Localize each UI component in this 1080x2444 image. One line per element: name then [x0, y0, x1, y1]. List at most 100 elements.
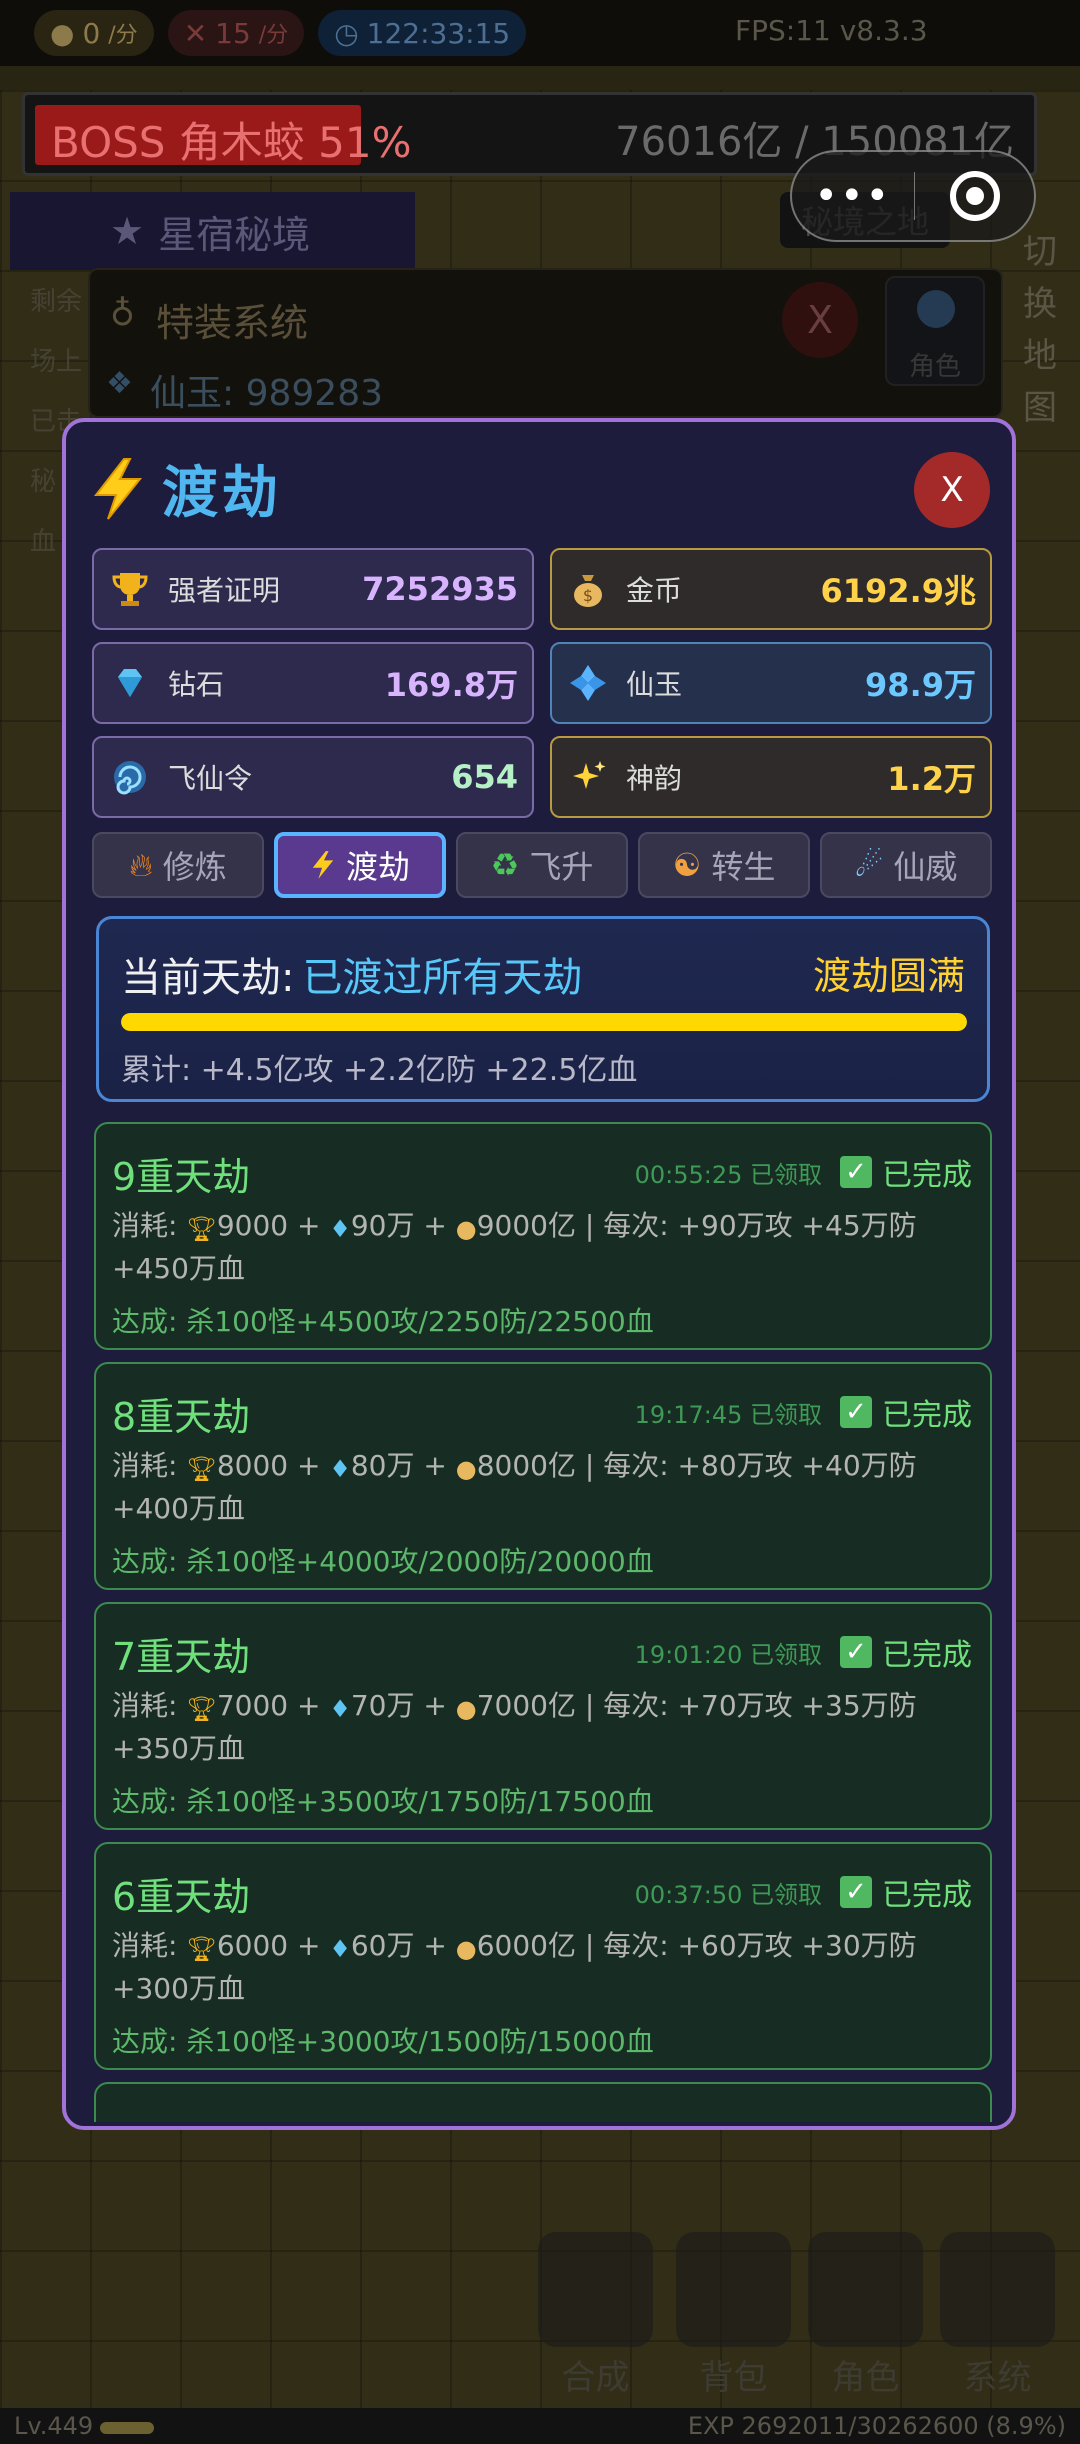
tribulation-cost: 消耗: 🏆︎9000 + ♦90万 + ●9000亿 | 每次: +90万攻 +… — [112, 1209, 917, 1285]
tribulation-list[interactable]: 9重天劫 00:55:25 已领取 ✓ 已完成 消耗: 🏆︎9000 + ♦90… — [94, 1122, 992, 2122]
trophy-icon: 🏆︎ — [186, 1935, 217, 1963]
tab-rebirth[interactable]: ☯ 转生 — [638, 832, 810, 898]
modal-tabs: 🔥︎ 修炼 渡劫 ♻ 飞升 ☯ 转生 ☄ 仙威 — [92, 832, 992, 898]
money-bag-icon: ● — [455, 1695, 477, 1723]
crossed-swords-icon: ✕ — [183, 16, 208, 50]
tribulation-card-partial — [94, 2082, 992, 2122]
lightning-bolt-icon — [312, 851, 334, 879]
completed-label: 已完成 — [882, 1638, 972, 1673]
tribulation-reward: 达成: 杀100怪+3000攻/1500防/15000血 — [112, 2025, 654, 2058]
claimed-time: 00:55:25 已领取 — [634, 1160, 822, 1189]
jade-icon — [566, 661, 610, 705]
money-bag-icon: ● — [455, 1455, 477, 1483]
close-miniprogram-button[interactable] — [915, 171, 1034, 221]
claimed-time: 00:37:50 已领取 — [634, 1880, 822, 1909]
tribulation-name: 8重天劫 — [112, 1395, 251, 1439]
resource-card-fly-token: 飞仙令 654 — [92, 736, 534, 818]
completed-label: 已完成 — [882, 1398, 972, 1433]
modal-header: 渡劫 — [90, 448, 282, 529]
exp-progress — [100, 2422, 154, 2434]
money-bag-icon: ● — [455, 1215, 477, 1243]
lightning-bolt-icon — [93, 457, 143, 520]
tab-immortal-might[interactable]: ☄ 仙威 — [820, 832, 992, 898]
swirl-icon — [108, 755, 152, 799]
tribulation-meta: 19:01:20 已领取 ✓ 已完成 — [635, 1630, 972, 1674]
claimed-time: 19:01:20 已领取 — [634, 1640, 822, 1669]
status-bar: ● 0 /分 ✕ 15 /分 ◷ 122:33:15 FPS:11 v8.3.3 — [0, 0, 1080, 66]
meditate-icon: ☯ — [672, 846, 702, 884]
tribulation-card: 9重天劫 00:55:25 已领取 ✓ 已完成 消耗: 🏆︎9000 + ♦90… — [94, 1122, 992, 1350]
resource-grid: 强者证明 7252935 $ 金币 6192.9兆 钻石 169.8万 仙玉 9… — [92, 548, 992, 818]
diamond-icon: ♦ — [329, 1695, 351, 1723]
tribulation-name: 6重天劫 — [112, 1875, 251, 1919]
completed-label: 已完成 — [882, 1158, 972, 1193]
player-level: Lv.449 — [14, 2412, 94, 2440]
exp-text: EXP 2692011/30262600 (8.9%) — [687, 2412, 1066, 2440]
claimed-time: 19:17:45 已领取 — [634, 1400, 822, 1429]
tab-cultivate[interactable]: 🔥︎ 修炼 — [92, 832, 264, 898]
modal-title: 渡劫 — [162, 461, 282, 526]
gold-rate: ● 0 /分 — [34, 10, 154, 56]
sparkle-icon — [566, 755, 610, 799]
money-bag-icon: ● — [455, 1935, 477, 1963]
resource-card-charm: 神韵 1.2万 — [550, 736, 992, 818]
svg-text:$: $ — [583, 586, 593, 605]
tribulation-progress-fill — [121, 1013, 967, 1031]
target-icon — [949, 171, 1000, 221]
trophy-icon: 🏆︎ — [186, 1695, 217, 1723]
current-tribulation-status: 当前天劫: 已渡过所有天劫 渡劫圆满 累计: +4.5亿攻 +2.2亿防 +22.… — [96, 916, 990, 1102]
resource-card-proof: 强者证明 7252935 — [92, 548, 534, 630]
miniprogram-capsule: ••• — [790, 150, 1036, 242]
tribulation-card: 7重天劫 19:01:20 已领取 ✓ 已完成 消耗: 🏆︎7000 + ♦70… — [94, 1602, 992, 1830]
comet-icon: ☄ — [854, 846, 884, 884]
tab-ascend[interactable]: ♻ 飞升 — [456, 832, 628, 898]
money-bag-icon: ● — [50, 16, 75, 50]
checkmark-icon: ✓ — [840, 1156, 872, 1188]
tribulation-cost: 消耗: 🏆︎6000 + ♦60万 + ●6000亿 | 每次: +60万攻 +… — [112, 1929, 917, 2005]
diamond-icon: ♦ — [329, 1215, 351, 1243]
tribulation-name: 7重天劫 — [112, 1635, 251, 1679]
tribulation-meta: 19:17:45 已领取 ✓ 已完成 — [635, 1390, 972, 1434]
tribulation-name: 9重天劫 — [112, 1155, 251, 1199]
tribulation-meta: 00:37:50 已领取 ✓ 已完成 — [635, 1870, 972, 1914]
completed-label: 已完成 — [882, 1878, 972, 1913]
resource-card-diamond: 钻石 169.8万 — [92, 642, 534, 724]
resource-card-jade: 仙玉 98.9万 — [550, 642, 992, 724]
diamond-icon: ♦ — [329, 1935, 351, 1963]
tab-tribulation[interactable]: 渡劫 — [274, 832, 446, 898]
exp-bar: Lv.449 EXP 2692011/30262600 (8.9%) — [0, 2408, 1080, 2444]
fps-version: FPS:11 v8.3.3 — [735, 14, 928, 47]
stopwatch-icon: ◷ — [334, 16, 359, 50]
checkmark-icon: ✓ — [840, 1636, 872, 1668]
trophy-icon: 🏆︎ — [186, 1455, 217, 1483]
trophy-icon — [108, 567, 152, 611]
tribulation-cost: 消耗: 🏆︎8000 + ♦80万 + ●8000亿 | 每次: +80万攻 +… — [112, 1449, 917, 1525]
checkmark-icon: ✓ — [840, 1876, 872, 1908]
tribulation-card: 8重天劫 19:17:45 已领取 ✓ 已完成 消耗: 🏆︎8000 + ♦80… — [94, 1362, 992, 1590]
checkmark-icon: ✓ — [840, 1396, 872, 1428]
tribulation-progress — [121, 1013, 967, 1031]
tribulation-complete-badge: 渡劫圆满 — [812, 954, 965, 998]
tribulation-meta: 00:55:25 已领取 ✓ 已完成 — [635, 1150, 972, 1194]
fire-icon: 🔥︎ — [129, 845, 153, 884]
recycle-icon: ♻ — [490, 846, 520, 884]
tribulation-reward: 达成: 杀100怪+3500攻/1750防/17500血 — [112, 1785, 654, 1818]
cumulative-bonus: 累计: +4.5亿攻 +2.2亿防 +22.5亿血 — [121, 1053, 638, 1088]
more-icon[interactable]: ••• — [792, 173, 914, 219]
tribulation-modal: 渡劫 X 强者证明 7252935 $ 金币 6192.9兆 钻石 169.8万 — [62, 418, 1016, 2130]
status-label: 当前天劫: — [121, 955, 295, 1001]
kill-rate: ✕ 15 /分 — [167, 10, 305, 56]
money-bag-icon: $ — [566, 567, 610, 611]
resource-card-gold: $ 金币 6192.9兆 — [550, 548, 992, 630]
tribulation-card: 6重天劫 00:37:50 已领取 ✓ 已完成 消耗: 🏆︎6000 + ♦60… — [94, 1842, 992, 2070]
diamond-icon: ♦ — [329, 1455, 351, 1483]
tribulation-reward: 达成: 杀100怪+4500攻/2250防/22500血 — [112, 1305, 654, 1338]
boss-label: BOSS 角木蛟 51% — [51, 118, 412, 167]
diamond-icon — [108, 661, 152, 705]
status-value: 已渡过所有天劫 — [302, 955, 583, 1001]
tribulation-cost: 消耗: 🏆︎7000 + ♦70万 + ●7000亿 | 每次: +70万攻 +… — [112, 1689, 917, 1765]
play-timer: ◷ 122:33:15 — [318, 10, 527, 56]
tribulation-reward: 达成: 杀100怪+4000攻/2000防/20000血 — [112, 1545, 654, 1578]
trophy-icon: 🏆︎ — [186, 1215, 217, 1243]
modal-close-button[interactable]: X — [914, 452, 990, 528]
